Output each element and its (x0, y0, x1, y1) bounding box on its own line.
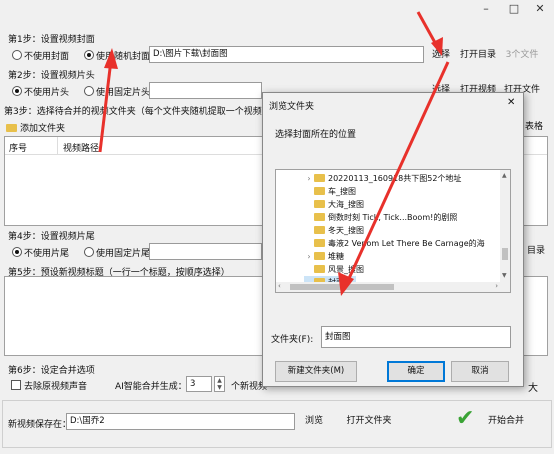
step3-title: 第3步：选择待合并的视频文件夹（每个文件夹随机提取一个视频出来合并 (4, 107, 298, 117)
folder-icon (314, 212, 325, 221)
add-folder-label: 添加文件夹 (20, 124, 66, 134)
ai-count-input[interactable]: 3 (186, 376, 212, 392)
tree-item-label: 风景_搜图 (328, 265, 364, 274)
new-folder-button[interactable]: 新建文件夹(M) (275, 361, 357, 382)
tree-item[interactable]: › 20220113_160918共下图52个地址 (304, 172, 461, 185)
tree-item-label: 毒液2 Venom Let There Be Carnage的海 (328, 239, 485, 248)
save-path-label: 新视频保存在： (8, 420, 72, 430)
intro-none-label: 不使用片头 (24, 88, 70, 98)
dialog-title: 浏览文件夹 (269, 102, 315, 112)
table-button[interactable]: 表格 (522, 117, 546, 137)
col-header-path: 视频路径 (63, 144, 100, 154)
save-open-folder-button[interactable]: 打开文件夹 (342, 411, 396, 431)
cover-file-count: 3个文件 (505, 50, 539, 60)
tree-item-label: 倒数时刻 Tick, Tick...Boom!的剧照 (328, 213, 458, 222)
cover-none-label: 不使用封面 (24, 52, 70, 62)
folder-icon (314, 238, 325, 247)
intro-none-radio[interactable] (12, 86, 22, 96)
save-browse-button[interactable]: 浏览 (300, 411, 328, 431)
outro-none-radio[interactable] (12, 247, 22, 257)
large-label: 大 (528, 383, 538, 394)
start-merge-label: 开始合并 (488, 416, 525, 426)
cover-path-input[interactable]: D:\图片下载\封面图 (149, 46, 424, 63)
intro-path-input[interactable] (149, 82, 262, 99)
close-button[interactable]: ✕ (526, 0, 554, 18)
step6-title: 第6步：设定合并选项 (8, 366, 95, 376)
add-folder-button[interactable]: 添加文件夹 (6, 121, 65, 134)
folder-icon (314, 186, 325, 195)
tree-item-label: 冬天_搜图 (328, 226, 364, 235)
checkmark-icon: ✔ (456, 406, 475, 431)
tree-item[interactable]: 大海_搜图 (304, 198, 364, 211)
tree-item-label: 车_搜图 (328, 187, 356, 196)
tree-vertical-scrollbar[interactable]: ▲ ▼ (500, 170, 510, 282)
col-header-no: 序号 (9, 144, 28, 154)
tree-item-label: 大海_搜图 (328, 200, 364, 209)
folder-tree[interactable]: › 20220113_160918共下图52个地址 车_搜图 大海_搜图 倒数时刻… (275, 169, 511, 293)
cover-none-radio[interactable] (12, 50, 22, 60)
outro-fixed-radio[interactable] (84, 247, 94, 257)
outro-fixed-label: 使用固定片尾 (96, 249, 151, 259)
folder-name-input[interactable]: 封面图 (321, 326, 511, 348)
add-folder-icon (6, 123, 17, 132)
tree-item[interactable]: 车_搜图 (304, 185, 356, 198)
tree-item[interactable]: 倒数时刻 Tick, Tick...Boom!的剧照 (304, 211, 457, 224)
folder-icon (314, 173, 325, 182)
folder-icon (314, 199, 325, 208)
tree-item-label: 堆糖 (328, 252, 344, 261)
dialog-prompt: 选择封面所在的位置 (275, 130, 357, 140)
intro-fixed-radio[interactable] (84, 86, 94, 96)
tree-list: › 20220113_160918共下图52个地址 车_搜图 大海_搜图 倒数时刻… (304, 172, 504, 289)
cover-random-radio[interactable] (84, 50, 94, 60)
folder-icon (314, 251, 325, 260)
cancel-button[interactable]: 取消 (451, 361, 509, 382)
tree-item[interactable]: 冬天_搜图 (304, 224, 364, 237)
ok-button[interactable]: 确定 (387, 361, 445, 382)
tree-item[interactable]: 毒液2 Venom Let There Be Carnage的海 (304, 237, 485, 250)
minimize-button[interactable]: – (472, 0, 500, 18)
outro-none-label: 不使用片尾 (24, 249, 70, 259)
outro-dir-button[interactable]: 目录 (524, 241, 548, 261)
outro-path-input[interactable] (149, 243, 262, 260)
tree-horizontal-scrollbar[interactable]: ‹ › (276, 282, 510, 292)
remove-audio-checkbox[interactable] (11, 380, 21, 390)
tree-item[interactable]: › 堆糖 (304, 250, 344, 263)
step1-title: 第1步：设置视频封面 (8, 35, 95, 45)
expand-arrow-icon: › (307, 174, 311, 183)
remove-audio-label: 去除原视频声音 (24, 382, 88, 392)
maximize-button[interactable]: □ (500, 0, 528, 18)
expand-arrow-icon: › (307, 252, 311, 261)
tree-item-label: 20220113_160918共下图52个地址 (328, 174, 462, 183)
step4-title: 第4步：设置视频片尾 (8, 232, 95, 242)
save-path-input[interactable]: D:\国乔2 (66, 413, 295, 430)
intro-fixed-label: 使用固定片头 (96, 88, 151, 98)
cover-random-label: 使用随机封面 (96, 52, 151, 62)
start-merge-button[interactable]: ✔ 开始合并 (450, 404, 542, 434)
folder-icon (314, 264, 325, 273)
dialog-close-button[interactable]: ✕ (507, 97, 515, 108)
step2-title: 第2步：设置视频片头 (8, 71, 95, 81)
folder-icon (314, 225, 325, 234)
annotation-arrow-select (416, 11, 440, 49)
tree-item[interactable]: 风景_搜图 (304, 263, 364, 276)
browse-folder-dialog: 浏览文件夹 ✕ 选择封面所在的位置 › 20220113_160918共下图52个… (262, 92, 524, 387)
cover-select-button[interactable]: 选择 (428, 45, 454, 65)
folder-name-label: 文件夹(F): (271, 335, 314, 345)
ai-count-stepper[interactable]: ▲ ▼ (214, 376, 225, 392)
cover-open-dir-button[interactable]: 打开目录 (458, 45, 498, 65)
ai-merge-label: AI智能合并生成： (115, 382, 187, 392)
